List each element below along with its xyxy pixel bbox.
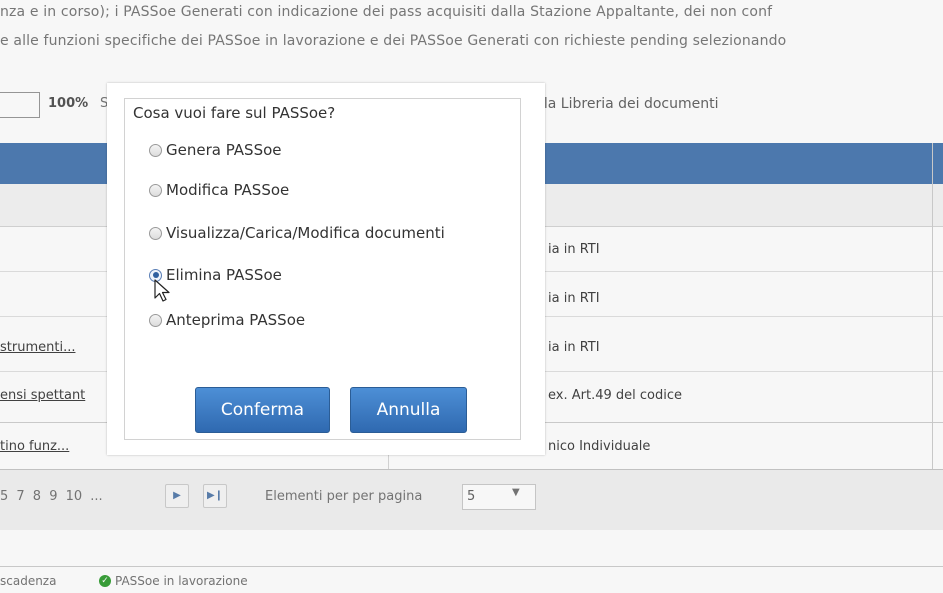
option-visualizza-documenti[interactable]: Visualizza/Carica/Modifica documenti: [149, 224, 445, 242]
cancel-button[interactable]: Annulla: [350, 387, 467, 433]
radio-button[interactable]: [149, 143, 162, 157]
option-anteprima-passoe[interactable]: Anteprima PASSoe: [149, 311, 305, 329]
radio-button[interactable]: [149, 183, 162, 197]
option-label: Modifica PASSoe: [166, 181, 290, 199]
option-genera-passoe[interactable]: Genera PASSoe: [149, 141, 282, 159]
option-label: Visualizza/Carica/Modifica documenti: [166, 224, 445, 242]
confirm-button[interactable]: Conferma: [195, 387, 330, 433]
radio-button[interactable]: [149, 313, 162, 327]
option-label: Anteprima PASSoe: [166, 311, 306, 329]
option-label: Elimina PASSoe: [166, 266, 282, 284]
radio-button[interactable]: [149, 226, 162, 240]
dialog-question: Cosa vuoi fare sul PASSoe?: [133, 104, 336, 122]
mouse-cursor-icon: [154, 279, 170, 302]
option-modifica-passoe[interactable]: Modifica PASSoe: [149, 181, 289, 199]
option-label: Genera PASSoe: [166, 141, 282, 159]
